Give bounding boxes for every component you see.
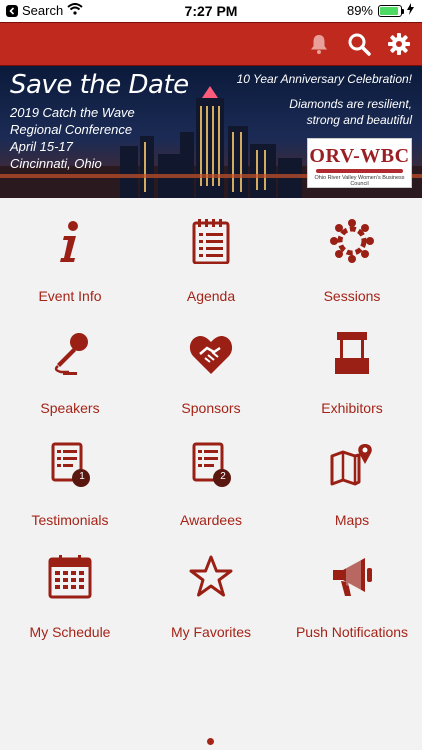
megaphone-icon [333, 558, 372, 596]
booth-icon [335, 332, 369, 374]
tile-sponsors[interactable]: Sponsors [141, 310, 281, 416]
star-icon [189, 555, 233, 597]
bell-icon[interactable] [306, 31, 332, 57]
event-line-2: Regional Conference [10, 122, 133, 137]
tile-label: Sponsors [181, 400, 241, 416]
tagline-line-1: Diamonds are resilient, [289, 97, 412, 111]
battery-percent: 89% [346, 3, 373, 18]
handshake-heart-icon [189, 336, 233, 374]
tile-testimonials[interactable]: 1 Testimonials [0, 422, 140, 528]
event-dates: April 15-17 [10, 139, 73, 154]
badge-number: 2 [220, 471, 226, 482]
tile-push-notifications[interactable]: Push Notifications [282, 534, 422, 640]
map-pin-icon [330, 444, 372, 486]
tile-exhibitors[interactable]: Exhibitors [282, 310, 422, 416]
battery-icon [378, 4, 404, 17]
tile-event-info[interactable]: Event Info [0, 198, 140, 304]
calendar-icon [48, 555, 92, 599]
info-icon [60, 221, 78, 262]
app-header [0, 22, 422, 66]
tile-my-favorites[interactable]: My Favorites [141, 534, 281, 640]
tile-maps[interactable]: Maps [282, 422, 422, 528]
banner-tagline: Diamonds are resilient, strong and beaut… [282, 96, 412, 128]
tile-label: My Schedule [29, 624, 111, 640]
banner-headline: Save the Date [10, 70, 189, 100]
orv-wbc-logo: ORV-WBC Ohio River Valley Women's Busine… [307, 138, 412, 188]
tagline-line-2: strong and beautiful [306, 113, 412, 127]
tile-label: Push Notifications [295, 624, 409, 640]
event-line-1: 2019 Catch the Wave [10, 105, 135, 120]
banner-event-details: 2019 Catch the Wave Regional Conference … [10, 104, 170, 172]
tile-label: Exhibitors [321, 400, 383, 416]
tile-my-schedule[interactable]: My Schedule [0, 534, 140, 640]
gear-icon[interactable] [386, 31, 412, 57]
logo-subtitle: Ohio River Valley Women's Business Counc… [314, 175, 405, 187]
tile-label: Event Info [38, 288, 102, 304]
anniversary-text: 10 Year Anniversary Celebration! [236, 72, 412, 86]
page-indicator-dot [207, 738, 214, 745]
logo-title: ORV-WBC [309, 145, 410, 167]
tile-sessions[interactable]: Sessions [282, 198, 422, 304]
badge-number: 1 [79, 471, 85, 482]
tile-speakers[interactable]: Speakers [0, 310, 140, 416]
tile-label: Sessions [323, 288, 381, 304]
tile-awardees[interactable]: 2 Awardees [141, 422, 281, 528]
tile-label: Speakers [40, 400, 100, 416]
status-right: 89% [347, 3, 414, 18]
tile-label: Testimonials [31, 512, 109, 528]
tile-agenda[interactable]: Agenda [141, 198, 281, 304]
charging-icon [407, 3, 414, 18]
menu-grid: Event Info Agenda Sessions Speakers Spon… [0, 198, 422, 750]
event-banner[interactable]: Save the Date 2019 Catch the Wave Region… [0, 66, 422, 198]
tile-label: Agenda [186, 288, 236, 304]
logo-wave [316, 169, 403, 173]
tile-label: Awardees [179, 512, 242, 528]
microphone-icon [54, 333, 88, 375]
search-icon[interactable] [346, 31, 372, 57]
event-city: Cincinnati, Ohio [10, 156, 102, 171]
tile-label: My Favorites [170, 624, 252, 640]
status-bar: Search 7:27 PM 89% [0, 0, 422, 22]
notepad-icon [192, 219, 230, 264]
tile-label: Maps [334, 512, 370, 528]
people-circle-icon [330, 219, 374, 263]
